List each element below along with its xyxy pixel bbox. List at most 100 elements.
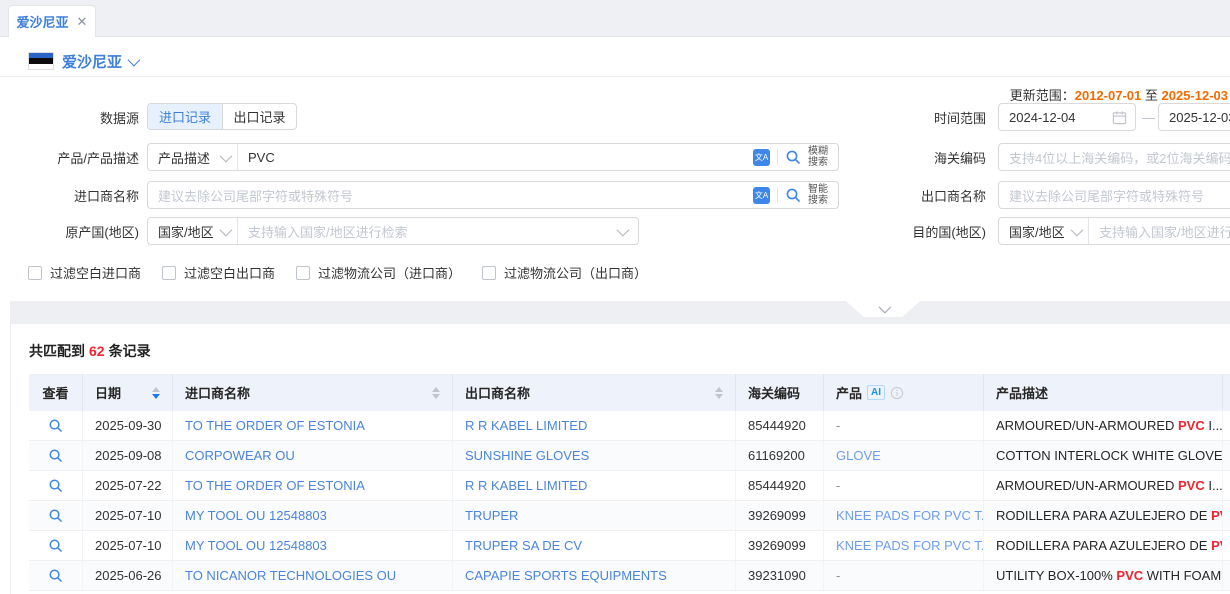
- origin-search-input[interactable]: 支持输入国家/地区进行检索: [238, 222, 617, 241]
- product-link[interactable]: KNEE PADS FOR PVC T...: [836, 508, 984, 523]
- importer-label: 进口商名称: [0, 186, 139, 205]
- export-records-button[interactable]: 出口记录: [222, 104, 296, 129]
- view-record-icon[interactable]: [48, 538, 63, 553]
- table-row: 2025-07-10MY TOOL OU 12548803TRUPER SA D…: [29, 531, 1230, 561]
- filter-checkbox[interactable]: 过滤空白进口商: [28, 263, 141, 282]
- cell-extra: [1223, 411, 1230, 440]
- col-hs-code: 海关编码: [736, 374, 824, 411]
- checkbox-icon[interactable]: [482, 266, 496, 280]
- update-range-label: 更新范围：: [1010, 88, 1075, 103]
- filter-checkbox[interactable]: 过滤物流公司（出口商）: [482, 263, 647, 282]
- view-record-button[interactable]: [29, 561, 83, 590]
- exporter-input[interactable]: 建议去除公司尾部字符或特殊符号: [998, 181, 1230, 209]
- product-link[interactable]: GLOVE: [836, 448, 881, 463]
- cell-hs-code: 39231090: [736, 561, 824, 590]
- calendar-icon: [1112, 110, 1135, 125]
- cell-description: ARMOURED/UN-ARMOURED PVC I...: [984, 471, 1223, 500]
- cell-hs-code: 39269099: [736, 531, 824, 560]
- product-description: RODILLERA PARA AZULEJERO DE PVC: [996, 538, 1223, 553]
- importer-link[interactable]: MY TOOL OU 12548803: [185, 538, 327, 553]
- exporter-link[interactable]: R R KABEL LIMITED: [465, 478, 587, 493]
- col-importer: 进口商名称: [173, 374, 453, 411]
- view-record-button[interactable]: [29, 471, 83, 500]
- origin-label: 原产国(地区): [0, 222, 139, 241]
- exporter-label: 出口商名称: [860, 186, 986, 205]
- cell-product: -: [824, 411, 984, 440]
- destination-input-group: 国家/地区 支持输入国家/地区进行检索: [998, 217, 1230, 245]
- date-to-input[interactable]: 2025-12-03: [1158, 103, 1230, 131]
- table-row: 2025-09-08CORPOWEAR OUSUNSHINE GLOVES611…: [29, 441, 1230, 471]
- search-icon[interactable]: [785, 149, 801, 165]
- results-count: 62: [85, 343, 109, 359]
- translate-icon[interactable]: 文A: [753, 149, 770, 166]
- view-record-button[interactable]: [29, 411, 83, 440]
- sort-exporter[interactable]: [707, 387, 723, 399]
- exporter-link[interactable]: TRUPER: [465, 508, 518, 523]
- origin-select-value: 国家/地区: [158, 222, 214, 241]
- importer-link[interactable]: TO NICANOR TECHNOLOGIES OU: [185, 568, 396, 583]
- smart-search-button[interactable]: 智能搜索: [808, 184, 830, 206]
- cell-date: 2025-09-08: [83, 441, 173, 470]
- view-record-icon[interactable]: [48, 448, 63, 463]
- country-selector[interactable]: 爱沙尼亚: [62, 51, 137, 72]
- importer-link[interactable]: TO THE ORDER OF ESTONIA: [185, 478, 365, 493]
- view-record-button[interactable]: [29, 441, 83, 470]
- product-input[interactable]: PVC: [238, 150, 745, 165]
- importer-link[interactable]: TO THE ORDER OF ESTONIA: [185, 418, 365, 433]
- sort-date[interactable]: [144, 387, 160, 399]
- country-name: 爱沙尼亚: [62, 51, 122, 72]
- tab-estonia[interactable]: 爱沙尼亚 ✕: [8, 5, 96, 37]
- close-icon[interactable]: ✕: [77, 14, 88, 30]
- product-type-value: 产品描述: [158, 148, 210, 167]
- info-icon[interactable]: [890, 386, 904, 400]
- ai-badge: AI: [867, 385, 885, 400]
- import-records-button[interactable]: 进口记录: [148, 104, 222, 129]
- exporter-link[interactable]: CAPAPIE SPORTS EQUIPMENTS: [465, 568, 667, 583]
- exporter-link[interactable]: TRUPER SA DE CV: [465, 538, 582, 553]
- search-icon[interactable]: [785, 187, 801, 203]
- checkbox-icon[interactable]: [296, 266, 310, 280]
- importer-link[interactable]: CORPOWEAR OU: [185, 448, 295, 463]
- view-record-icon[interactable]: [48, 418, 63, 433]
- update-range-from: 2012-07-01: [1075, 88, 1142, 103]
- cell-exporter: R R KABEL LIMITED: [453, 411, 736, 440]
- cell-product: -: [824, 471, 984, 500]
- view-record-button[interactable]: [29, 531, 83, 560]
- col-view: 查看: [29, 374, 83, 411]
- col-product: 产品 AI: [824, 374, 984, 411]
- product-link[interactable]: KNEE PADS FOR PVC T...: [836, 538, 984, 553]
- estonia-flag-icon: [28, 52, 54, 70]
- date-from-input[interactable]: 2024-12-04: [998, 103, 1136, 131]
- cell-importer: TO THE ORDER OF ESTONIA: [173, 471, 453, 500]
- destination-country-select[interactable]: 国家/地区: [999, 218, 1089, 244]
- importer-input[interactable]: 建议去除公司尾部字符或特殊符号: [148, 186, 745, 205]
- view-record-button[interactable]: [29, 501, 83, 530]
- view-record-icon[interactable]: [48, 478, 63, 493]
- hs-code-input[interactable]: 支持4位以上海关编码，或2位海关编码加上: [998, 143, 1230, 171]
- origin-country-select[interactable]: 国家/地区: [148, 218, 238, 244]
- destination-label: 目的国(地区): [860, 222, 986, 241]
- cell-product: GLOVE: [824, 441, 984, 470]
- filter-checkbox[interactable]: 过滤空白出口商: [162, 263, 275, 282]
- fuzzy-search-button[interactable]: 模糊搜索: [808, 146, 830, 168]
- results-panel: 共匹配到62条记录 查看 日期 进口商名称 出口商名称 海关编码: [10, 324, 1230, 594]
- cell-hs-code: 85444920: [736, 411, 824, 440]
- importer-link[interactable]: MY TOOL OU 12548803: [185, 508, 327, 523]
- product-type-select[interactable]: 产品描述: [148, 144, 238, 170]
- exporter-link[interactable]: SUNSHINE GLOVES: [465, 448, 589, 463]
- product-description: UTILITY BOX-100% PVC WITH FOAM: [996, 568, 1221, 583]
- checkbox-icon[interactable]: [28, 266, 42, 280]
- table-row: 2025-07-10MY TOOL OU 12548803TRUPER39269…: [29, 501, 1230, 531]
- translate-icon[interactable]: 文A: [753, 187, 770, 204]
- checkbox-label: 过滤空白进口商: [50, 263, 141, 282]
- data-source-toggle: 进口记录 出口记录: [147, 103, 297, 130]
- view-record-icon[interactable]: [48, 568, 63, 583]
- exporter-link[interactable]: R R KABEL LIMITED: [465, 418, 587, 433]
- filter-checkbox[interactable]: 过滤物流公司（进口商）: [296, 263, 461, 282]
- product-description: COTTON INTERLOCK WHITE GLOVES...: [996, 448, 1223, 463]
- checkbox-icon[interactable]: [162, 266, 176, 280]
- sort-importer[interactable]: [424, 387, 440, 399]
- view-record-icon[interactable]: [48, 508, 63, 523]
- destination-search-input[interactable]: 支持输入国家/地区进行检索: [1089, 222, 1230, 241]
- table-row: 2025-07-22TO THE ORDER OF ESTONIAR R KAB…: [29, 471, 1230, 501]
